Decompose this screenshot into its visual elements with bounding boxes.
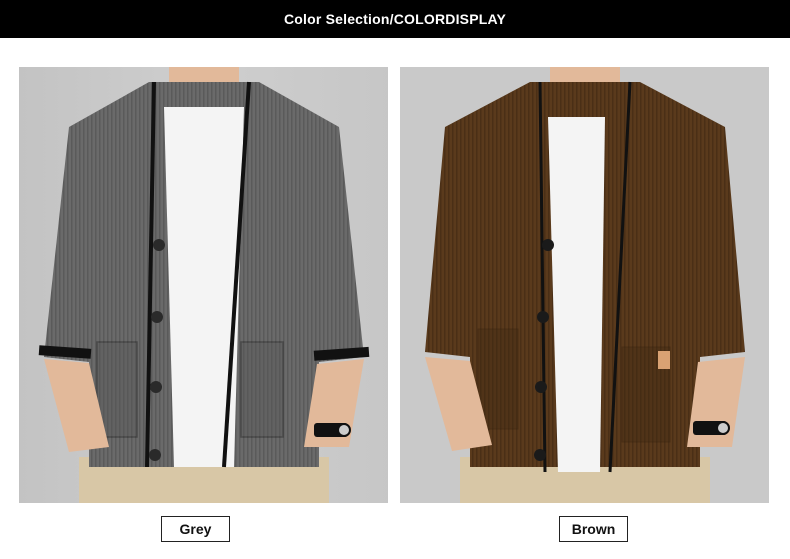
color-option-grey[interactable]: Grey <box>161 516 230 542</box>
color-option-brown[interactable]: Brown <box>559 516 628 542</box>
product-photo-grey[interactable] <box>19 67 388 503</box>
grey-cardigan-image <box>19 67 388 503</box>
color-label-brown: Brown <box>571 521 616 537</box>
brown-cardigan-image <box>400 67 769 503</box>
header-title: Color Selection/COLORDISPLAY <box>283 11 507 27</box>
color-label-grey: Grey <box>179 521 212 537</box>
product-photo-brown[interactable] <box>400 67 769 503</box>
header-banner: Color Selection/COLORDISPLAY <box>0 0 790 38</box>
